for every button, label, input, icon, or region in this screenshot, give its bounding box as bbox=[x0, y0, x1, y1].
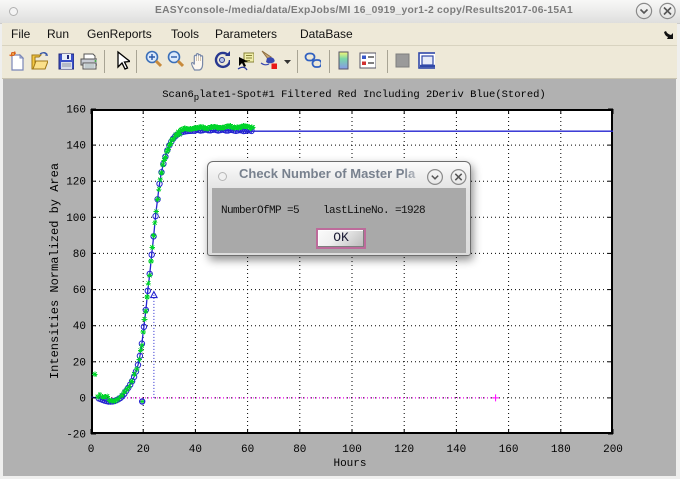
svg-text:Scan6plate1-Spot#1 Filtered Re: Scan6plate1-Spot#1 Filtered Red Includin… bbox=[162, 89, 545, 103]
svg-text:Hours: Hours bbox=[333, 458, 366, 470]
svg-text:60: 60 bbox=[73, 285, 86, 297]
svg-text:-20: -20 bbox=[66, 430, 86, 442]
svg-text:80: 80 bbox=[73, 249, 86, 261]
svg-text:180: 180 bbox=[551, 444, 571, 456]
svg-text:120: 120 bbox=[66, 177, 86, 189]
svg-text:100: 100 bbox=[66, 213, 86, 225]
svg-text:20: 20 bbox=[137, 444, 150, 456]
svg-text:60: 60 bbox=[241, 444, 254, 456]
svg-text:40: 40 bbox=[73, 321, 86, 333]
svg-text:160: 160 bbox=[499, 444, 519, 456]
svg-text:100: 100 bbox=[342, 444, 362, 456]
svg-text:140: 140 bbox=[66, 141, 86, 153]
svg-text:140: 140 bbox=[446, 444, 466, 456]
svg-text:0: 0 bbox=[88, 444, 95, 456]
svg-text:200: 200 bbox=[603, 444, 623, 456]
svg-text:40: 40 bbox=[189, 444, 202, 456]
svg-text:80: 80 bbox=[293, 444, 306, 456]
svg-text:160: 160 bbox=[66, 105, 86, 117]
svg-text:120: 120 bbox=[394, 444, 414, 456]
svg-text:Intensities Normalized by Area: Intensities Normalized by Area bbox=[48, 163, 62, 379]
svg-text:0: 0 bbox=[79, 393, 86, 405]
svg-text:20: 20 bbox=[73, 357, 86, 369]
